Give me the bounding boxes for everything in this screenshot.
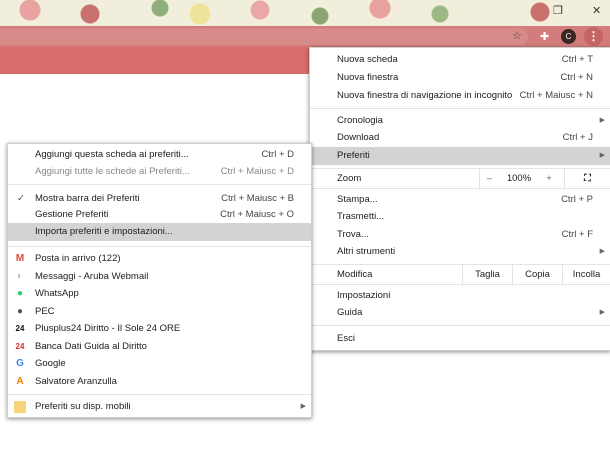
toolbar: ☆ ✚ C ⋮ [0,26,610,47]
menu-bookmarks[interactable]: Preferiti ▶ [310,147,610,165]
extensions-icon[interactable]: ✚ [540,30,549,43]
menu-print[interactable]: Stampa... Ctrl + P [310,191,610,209]
bookmark-this-tab[interactable]: Aggiungi questa scheda ai preferiti... Ct… [8,146,311,164]
bookmark-label: Posta in arrivo (122) [35,253,121,264]
bookmark-item[interactable]: ● WhatsApp [8,285,311,303]
bookmark-item[interactable]: G Google [8,355,311,373]
mobile-bookmarks-folder[interactable]: Preferiti su disp. mobili ▶ [8,398,311,416]
menu-downloads[interactable]: Download Ctrl + J [310,129,610,147]
menu-incognito[interactable]: Nuova finestra di navigazione in incogni… [310,87,610,105]
bookmark-favicon-icon: A [16,375,24,387]
chrome-main-menu: Nuova scheda Ctrl + T Nuova finestra Ctrl … [309,47,610,351]
copy-button[interactable]: Copia [512,265,562,284]
star-icon[interactable]: ☆ [512,29,522,42]
folder-icon [14,401,26,413]
bookmark-label: Banca Dati Guida al Diritto [35,340,147,352]
profile-avatar[interactable]: C [561,29,576,44]
bookmark-all-tabs[interactable]: Aggiungi tutte le schede ai Preferiti...… [8,163,311,181]
menu-help[interactable]: Guida ▶ [310,304,610,322]
title-bar: ❐ ✕ [0,0,610,26]
address-bar[interactable]: ☆ [0,28,528,45]
bookmark-item[interactable]: 24 Plusplus24 Diritto - Il Sole 24 ORE [8,320,311,338]
zoom-out-button[interactable]: – [479,169,499,188]
bookmark-item[interactable]: A Salvatore Aranzulla [8,373,311,391]
bookmark-item[interactable]: ● PEC [8,303,311,321]
bookmark-label: PEC [35,305,55,317]
bookmark-manager[interactable]: Gestione Preferiti Ctrl + Maiusc + O [8,206,311,224]
zoom-row: Zoom – 100% + ⛶ [310,169,610,188]
edit-row: Modifica Taglia Copia Incolla [310,265,610,284]
bookmark-item[interactable]: 24 Banca Dati Guida al Diritto [8,338,311,356]
bookmark-favicon-icon: ● [16,305,24,317]
bookmark-favicon-icon: 24 [15,341,25,351]
paste-button[interactable]: Incolla [562,265,610,284]
fullscreen-icon[interactable]: ⛶ [564,169,610,188]
bookmark-item[interactable]: ◐ Messaggi - Aruba Webmail [8,268,311,286]
close-icon[interactable]: ✕ [592,4,601,17]
bookmarks-submenu: Aggiungi questa scheda ai preferiti... Ct… [7,143,312,418]
bookmark-favicon-icon: G [16,358,24,369]
bookmark-favicon-icon: ● [16,288,24,299]
menu-kebab-icon[interactable]: ⋮ [584,27,603,46]
zoom-level: 100% [506,173,532,184]
menu-exit[interactable]: Esci [310,330,610,348]
menu-more-tools[interactable]: Altri strumenti ▶ [310,243,610,261]
import-bookmarks[interactable]: Importa preferiti e impostazioni... [8,223,311,241]
bookmark-label: Google [35,358,66,369]
bookmark-label: Salvatore Aranzulla [35,375,117,387]
menu-new-window[interactable]: Nuova finestra Ctrl + N [310,69,610,87]
bookmark-favicon-icon: 24 [15,324,25,333]
cut-button[interactable]: Taglia [462,265,512,284]
menu-new-tab[interactable]: Nuova scheda Ctrl + T [310,51,610,69]
menu-find[interactable]: Trova... Ctrl + F [310,226,610,244]
zoom-in-button[interactable]: + [539,169,559,188]
bookmark-favicon-icon: M [15,253,25,264]
menu-history[interactable]: Cronologia ▶ [310,112,610,130]
menu-settings[interactable]: Impostazioni [310,287,610,305]
bookmark-item[interactable]: M Posta in arrivo (122) [8,250,311,268]
bookmark-label: WhatsApp [35,288,79,299]
bookmark-label: Plusplus24 Diritto - Il Sole 24 ORE [35,323,181,334]
menu-cast[interactable]: Trasmetti... [310,208,610,226]
bookmark-label: Messaggi - Aruba Webmail [35,270,149,282]
bookmark-favicon-icon: ◐ [16,270,24,282]
restore-icon[interactable]: ❐ [553,4,563,17]
